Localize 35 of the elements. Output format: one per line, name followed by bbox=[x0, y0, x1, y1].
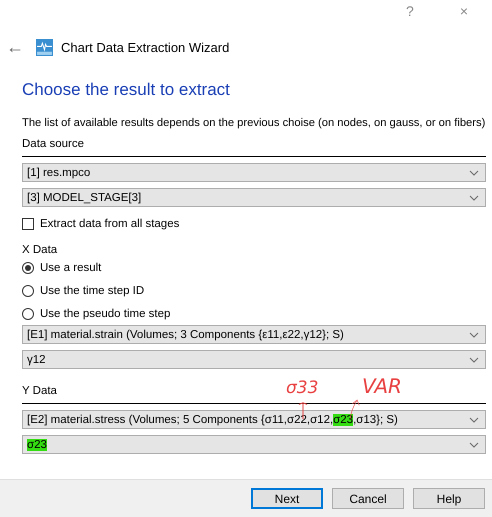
handwritten-note: VAR bbox=[362, 374, 402, 398]
handwritten-note: σ33 bbox=[286, 378, 318, 398]
chevron-icon bbox=[469, 332, 479, 338]
section-label: Data source bbox=[22, 138, 84, 150]
chevron-icon bbox=[469, 442, 479, 448]
radio-button[interactable] bbox=[22, 284, 34, 296]
dropdown[interactable]: [E2] material.stress (Volumes; 5 Components {σ11,σ22,σ12,σ23,σ13}; S) bbox=[22, 410, 486, 429]
dropdown[interactable]: [E1] material.strain (Volumes; 3 Components {ε11,ε22,γ12}; S) bbox=[22, 325, 486, 344]
description-text: The list of available results depends on the previous choise (on nodes, on gauss, or on fibers) bbox=[22, 117, 486, 129]
chevron-icon bbox=[469, 357, 479, 363]
radio-button[interactable] bbox=[22, 308, 34, 320]
dialog-button[interactable]: Help bbox=[413, 488, 485, 509]
app-logo-icon bbox=[36, 38, 53, 56]
radio-label: Use the time step ID bbox=[40, 284, 144, 296]
dropdown[interactable]: [3] MODEL_STAGE[3] bbox=[22, 188, 486, 207]
dropdown[interactable]: [1] res.mpco bbox=[22, 163, 486, 182]
help-button[interactable]: ? bbox=[406, 3, 414, 19]
chevron-icon bbox=[469, 170, 479, 176]
chevron-icon bbox=[469, 417, 479, 423]
checkbox-label: Extract data from all stages bbox=[40, 218, 180, 230]
dialog-button[interactable]: Cancel bbox=[332, 488, 404, 509]
radio-label: Use a result bbox=[40, 262, 102, 274]
dropdown[interactable]: γ12 bbox=[22, 350, 486, 369]
wizard-title: Chart Data Extraction Wizard bbox=[61, 40, 230, 54]
close-button[interactable]: × bbox=[460, 3, 468, 19]
checkbox[interactable] bbox=[22, 218, 34, 230]
dialog-button[interactable]: Next bbox=[251, 488, 323, 509]
dropdown[interactable]: σ23 bbox=[22, 435, 486, 454]
section-label: Y Data bbox=[22, 385, 57, 397]
section-label: X Data bbox=[22, 244, 58, 256]
back-button[interactable]: ← bbox=[6, 36, 28, 58]
radio-label: Use the pseudo time step bbox=[40, 308, 170, 320]
radio-button[interactable] bbox=[22, 262, 34, 274]
page-heading: Choose the result to extract bbox=[22, 80, 231, 100]
chevron-icon bbox=[469, 195, 479, 201]
